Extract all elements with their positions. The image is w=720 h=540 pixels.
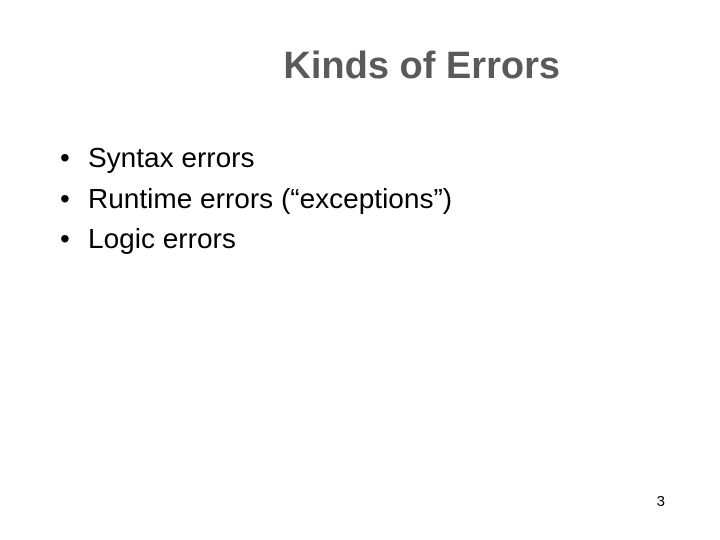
page-number: 3 [657, 493, 665, 510]
bullet-list: Syntax errors Runtime errors (“exception… [50, 138, 670, 260]
list-item: Logic errors [60, 219, 670, 260]
slide-title: Kinds of Errors [50, 45, 670, 88]
list-item: Syntax errors [60, 138, 670, 179]
list-item: Runtime errors (“exceptions”) [60, 179, 670, 220]
slide: Kinds of Errors Syntax errors Runtime er… [0, 0, 720, 540]
